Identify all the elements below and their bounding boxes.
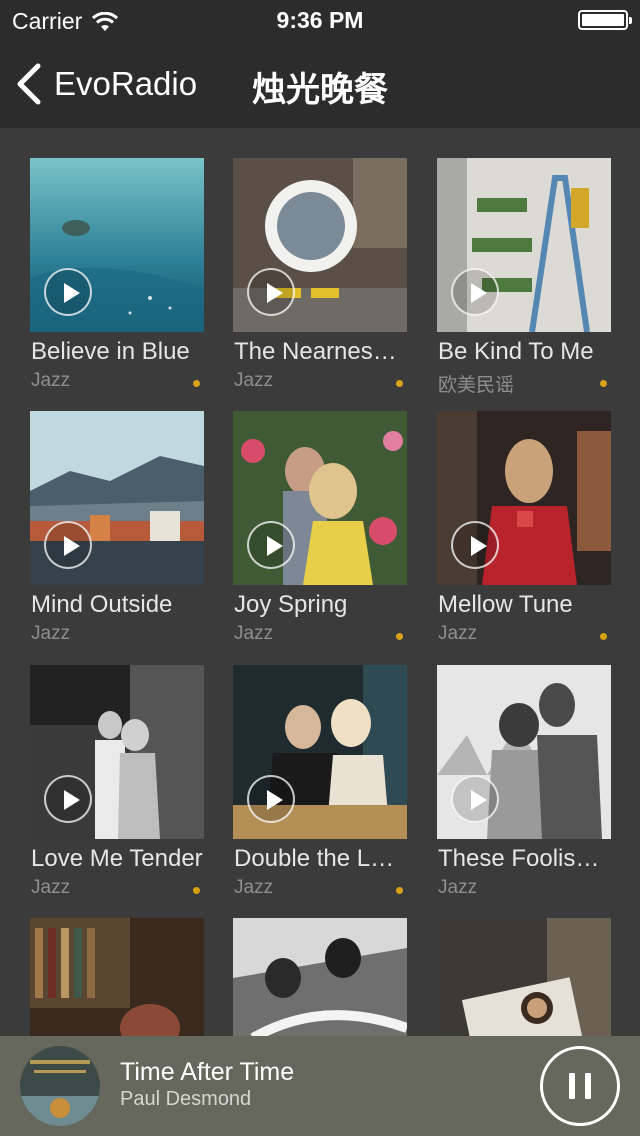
- album-cover-image: [233, 918, 407, 1036]
- album-art-image: [20, 1046, 100, 1126]
- album-cover[interactable]: [437, 158, 611, 332]
- album-card[interactable]: Joy Spring Jazz: [233, 411, 407, 651]
- album-cover[interactable]: [233, 665, 407, 839]
- status-dot: [396, 633, 403, 640]
- album-genre: 欧美民谣: [438, 375, 515, 396]
- battery-icon: [578, 10, 632, 30]
- album-cover[interactable]: [233, 918, 407, 1036]
- album-cover[interactable]: [437, 665, 611, 839]
- album-cover-image: [437, 918, 611, 1036]
- album-genre: Jazz: [234, 623, 274, 644]
- album-card[interactable]: Mind Outside Jazz: [30, 411, 204, 651]
- play-icon[interactable]: [451, 521, 499, 569]
- play-icon[interactable]: [451, 775, 499, 823]
- album-genre: Jazz: [234, 877, 274, 898]
- album-card[interactable]: Love Me Tender Jazz: [30, 665, 204, 905]
- pause-button[interactable]: [540, 1046, 620, 1126]
- album-card[interactable]: [233, 918, 407, 1036]
- album-cover[interactable]: [233, 158, 407, 332]
- album-cover[interactable]: [30, 665, 204, 839]
- album-cover[interactable]: [437, 411, 611, 585]
- album-card[interactable]: [437, 918, 611, 1036]
- now-playing-album-art[interactable]: [20, 1046, 100, 1126]
- album-cover[interactable]: [437, 918, 611, 1036]
- album-card[interactable]: Double the Love Jazz: [233, 665, 407, 905]
- album-genre: Jazz: [31, 623, 71, 644]
- album-cover[interactable]: [233, 411, 407, 585]
- play-icon[interactable]: [44, 521, 92, 569]
- album-title: Mellow Tune: [438, 591, 573, 618]
- now-playing-bar[interactable]: Time After Time Paul Desmond: [0, 1036, 640, 1136]
- album-card[interactable]: Be Kind To Me 欧美民谣: [437, 158, 611, 398]
- album-cover[interactable]: [30, 918, 204, 1036]
- status-time: 9:36 PM: [276, 7, 364, 33]
- album-card[interactable]: These Foolish Things Jazz: [437, 665, 611, 905]
- album-card[interactable]: The Nearness of You Jazz: [233, 158, 407, 398]
- back-button[interactable]: EvoRadio: [14, 60, 197, 108]
- album-title: Love Me Tender: [31, 845, 203, 872]
- album-genre: Jazz: [31, 877, 71, 898]
- album-genre: Jazz: [438, 877, 478, 898]
- album-title: Be Kind To Me: [438, 338, 594, 365]
- album-title: Mind Outside: [31, 591, 173, 618]
- play-icon[interactable]: [451, 268, 499, 316]
- play-icon[interactable]: [247, 521, 295, 569]
- status-dot: [396, 887, 403, 894]
- album-title: Believe in Blue: [31, 338, 190, 365]
- back-button-label: EvoRadio: [54, 65, 198, 102]
- play-icon[interactable]: [44, 775, 92, 823]
- album-card[interactable]: Mellow Tune Jazz: [437, 411, 611, 651]
- album-genre: Jazz: [234, 370, 274, 391]
- album-card[interactable]: [30, 918, 204, 1036]
- now-playing-artist: Paul Desmond: [120, 1088, 252, 1110]
- navigation-bar: EvoRadio 烛光晚餐: [0, 40, 640, 128]
- album-cover[interactable]: [30, 158, 204, 332]
- album-cover[interactable]: [30, 411, 204, 585]
- page-title: 烛光晚餐: [252, 71, 388, 109]
- now-playing-title: Time After Time: [120, 1058, 295, 1086]
- album-title: Double the Love: [234, 845, 406, 872]
- album-title: Joy Spring: [234, 591, 348, 618]
- album-genre: Jazz: [438, 623, 478, 644]
- play-icon[interactable]: [247, 268, 295, 316]
- play-icon[interactable]: [247, 775, 295, 823]
- album-genre: Jazz: [31, 370, 71, 391]
- status-dot: [600, 380, 607, 387]
- album-title: These Foolish Things: [438, 845, 610, 872]
- album-grid: Believe in Blue Jazz The Nearness of You…: [0, 128, 640, 1036]
- status-dot: [193, 380, 200, 387]
- album-title: The Nearness of You: [234, 338, 406, 365]
- status-bar: Carrier 9:36 PM: [0, 0, 640, 40]
- status-dot: [396, 380, 403, 387]
- chevron-left-icon: [17, 63, 41, 105]
- album-card[interactable]: Believe in Blue Jazz: [30, 158, 204, 398]
- play-icon[interactable]: [44, 268, 92, 316]
- album-cover-image: [30, 918, 204, 1036]
- status-dot: [193, 887, 200, 894]
- status-dot: [600, 633, 607, 640]
